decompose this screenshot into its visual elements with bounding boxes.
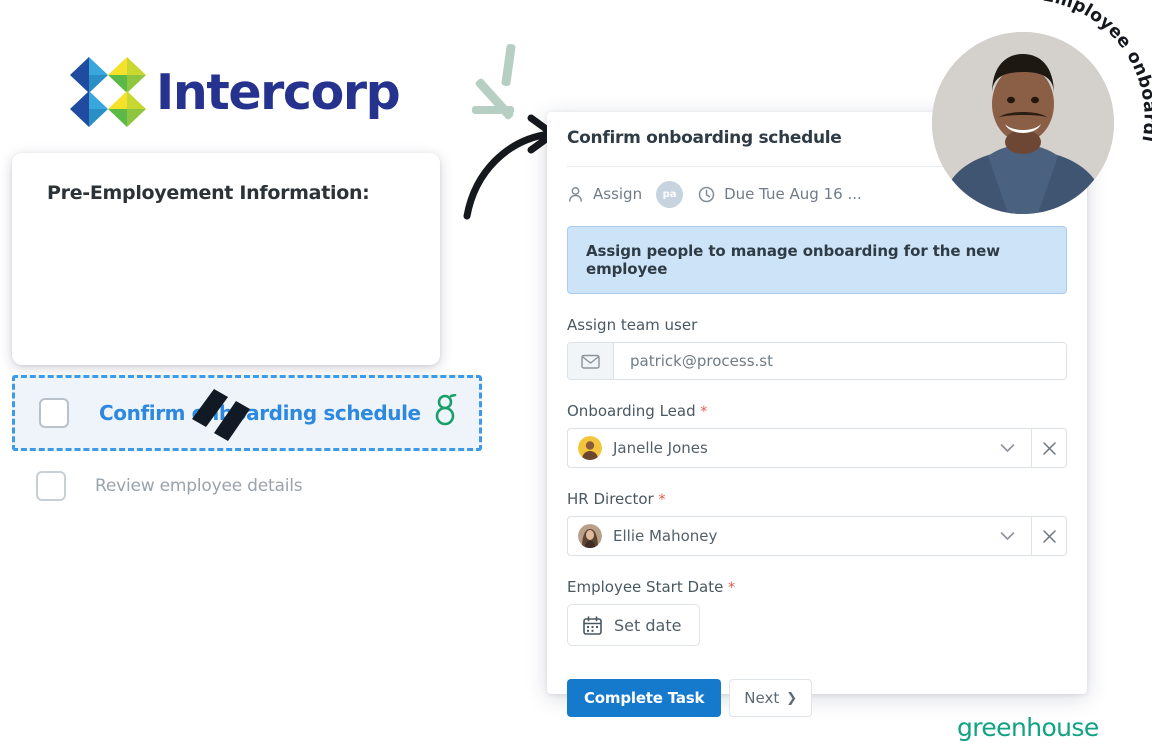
envelope-icon (568, 343, 614, 379)
task-title: Confirm onboarding schedule (567, 128, 842, 148)
field-label-employee-start-date: Employee Start Date * (567, 578, 1067, 596)
avatar-janelle-jones (578, 436, 602, 460)
chevron-down-icon[interactable] (1000, 531, 1021, 541)
selected-value-hr-director: Ellie Mahoney (613, 527, 718, 545)
due-date-button[interactable]: Due Tue Aug 16 ... (698, 185, 862, 203)
field-label-assign-team-user: Assign team user (567, 316, 1067, 334)
clear-onboarding-lead-button[interactable] (1031, 428, 1067, 468)
avatar-ellie-mahoney (578, 524, 602, 548)
selected-value-onboarding-lead: Janelle Jones (613, 439, 708, 457)
checklist-card: Pre-Employement Information: Confirm onb… (12, 153, 482, 501)
intercorp-logo: Intercorp (70, 57, 401, 127)
set-date-label: Set date (614, 615, 682, 635)
close-icon (1042, 529, 1056, 543)
checkbox-review-employee-details[interactable] (36, 471, 66, 501)
task-form: Assign people to manage onboarding for t… (567, 226, 1067, 717)
field-label-onboarding-lead: Onboarding Lead * (567, 402, 1067, 420)
required-asterisk: * (700, 404, 708, 420)
next-label: Next (744, 689, 780, 707)
checklist-item-review-employee-details[interactable]: Review employee details (36, 468, 416, 504)
person-icon (569, 186, 582, 202)
clock-icon (698, 186, 715, 202)
label-text: HR Director (567, 490, 654, 508)
set-date-button[interactable]: Set date (567, 604, 701, 646)
assign-button[interactable]: Assign (567, 185, 642, 203)
checkbox-confirm-onboarding-schedule[interactable] (39, 398, 69, 428)
chevron-right-icon: ❯ (786, 690, 798, 706)
intercorp-logo-mark (70, 57, 148, 127)
greenhouse-logo: greenhouse (957, 713, 1099, 742)
required-asterisk: * (728, 580, 736, 596)
email-field-value[interactable]: patrick@process.st (614, 343, 1066, 379)
process-street-logo-icon (190, 387, 252, 445)
greenhouse-wordmark: greenhouse (957, 713, 1099, 742)
field-assign-team-user[interactable]: patrick@process.st (567, 342, 1067, 380)
checklist-item-label: Review employee details (95, 476, 303, 496)
intercorp-wordmark: Intercorp (156, 63, 401, 121)
assignee-avatar[interactable]: pa (656, 180, 684, 208)
close-icon (1042, 441, 1056, 455)
screenshot-root: Intercorp Pre-Employement Information: C… (0, 0, 1152, 744)
label-text: Assign team user (567, 316, 698, 334)
field-hr-director[interactable]: Ellie Mahoney (567, 516, 1067, 556)
form-actions: Complete Task Next ❯ (567, 679, 1067, 717)
checklist-item-label: Confirm onboarding schedule (99, 401, 421, 425)
complete-task-button[interactable]: Complete Task (567, 679, 722, 717)
select-hr-director[interactable]: Ellie Mahoney (567, 516, 1031, 556)
due-date-label: Due Tue Aug 16 ... (724, 185, 862, 203)
task-meta-row: Assign pa Due Tue Aug 16 ... (567, 177, 862, 211)
svg-text:Employee onboarding: Employee onboarding (1000, 0, 1152, 144)
field-onboarding-lead[interactable]: Janelle Jones (567, 428, 1067, 468)
greenhouse-g-icon (433, 393, 457, 432)
chevron-down-icon[interactable] (1000, 443, 1021, 453)
calendar-icon (583, 615, 602, 635)
field-label-hr-director: HR Director * (567, 490, 1067, 508)
photo-caption: Employee onboarding (1000, 0, 1152, 144)
next-button[interactable]: Next ❯ (729, 679, 813, 717)
required-asterisk: * (658, 492, 666, 508)
checklist-title: Pre-Employement Information: (47, 182, 370, 204)
form-banner: Assign people to manage onboarding for t… (567, 226, 1067, 294)
label-text: Employee Start Date (567, 578, 724, 596)
select-onboarding-lead[interactable]: Janelle Jones (567, 428, 1031, 468)
assign-label: Assign (593, 185, 643, 203)
label-text: Onboarding Lead (567, 402, 696, 420)
clear-hr-director-button[interactable] (1031, 516, 1067, 556)
